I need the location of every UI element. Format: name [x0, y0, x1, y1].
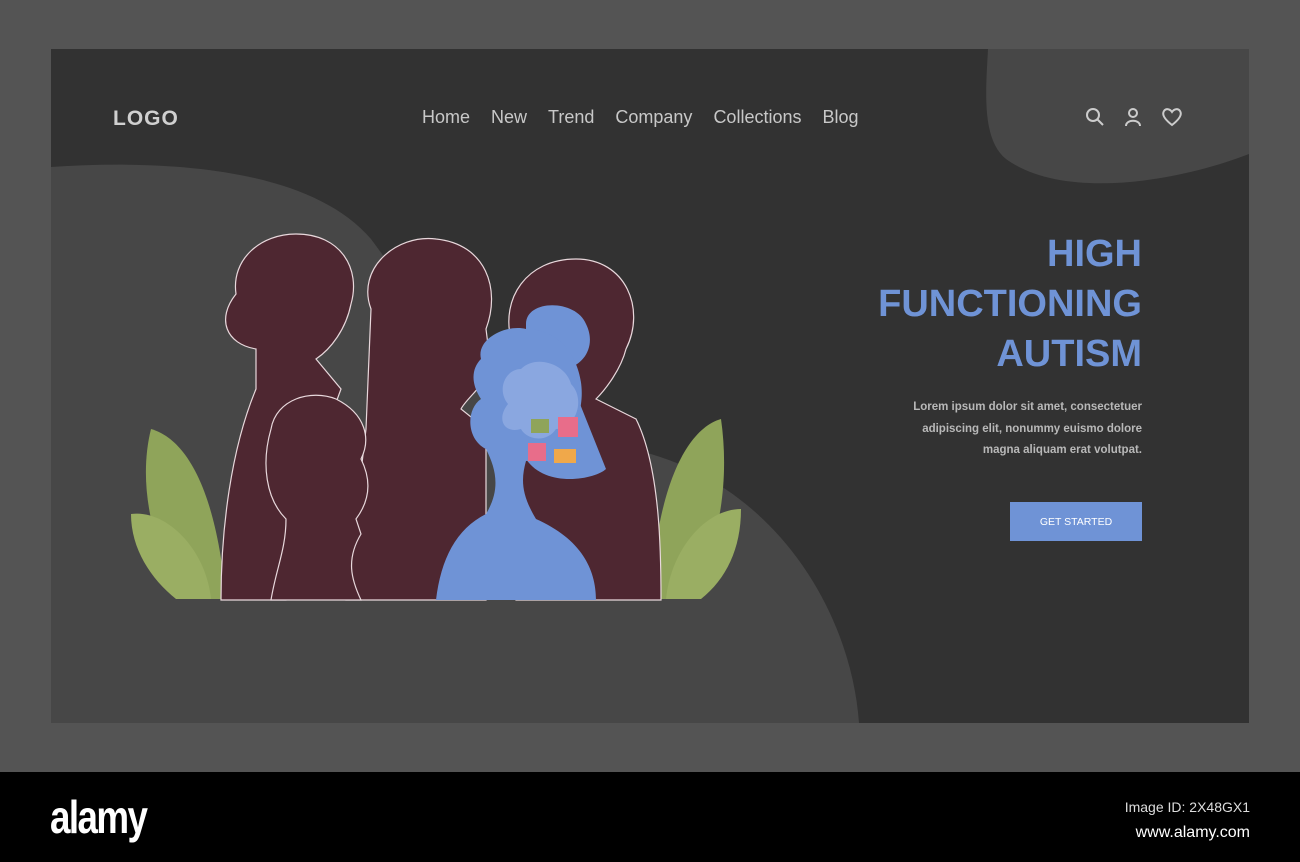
title-line: FUNCTIONING — [878, 283, 1142, 325]
main-nav: Home New Trend Company Collections Blog — [422, 107, 859, 128]
footer-url[interactable]: www.alamy.com — [1125, 820, 1250, 846]
header-icons — [1085, 107, 1183, 127]
logo[interactable]: LOGO — [113, 107, 179, 131]
description-line: magna aliquam erat volutpat. — [982, 444, 1142, 456]
hero-title: HIGH FUNCTIONING AUTISM — [878, 229, 1142, 379]
leaf-left — [131, 429, 226, 599]
footer-brand: alamy — [50, 791, 148, 843]
search-icon[interactable] — [1085, 107, 1105, 127]
footer-info: Image ID: 2X48GX1 www.alamy.com — [1125, 794, 1250, 846]
footer-bar: alamy Image ID: 2X48GX1 www.alamy.com — [0, 772, 1300, 862]
title-line: AUTISM — [996, 333, 1142, 375]
description-line: Lorem ipsum dolor sit amet, consectetuer — [913, 401, 1142, 413]
nav-home[interactable]: Home — [422, 107, 470, 128]
description-line: adipiscing elit, nonummy euismo dolore — [922, 422, 1142, 435]
nav-new[interactable]: New — [491, 107, 527, 128]
heart-icon[interactable] — [1161, 107, 1183, 127]
nav-trend[interactable]: Trend — [548, 107, 594, 128]
image-id: Image ID: 2X48GX1 — [1124, 799, 1250, 815]
hero-description: Lorem ipsum dolor sit amet, consectetuer… — [842, 397, 1142, 462]
landing-page-panel: LOGO Home New Trend Company Collections … — [51, 49, 1249, 723]
user-icon[interactable] — [1123, 107, 1143, 127]
nav-blog[interactable]: Blog — [822, 107, 858, 128]
get-started-button[interactable]: GET STARTED — [1010, 502, 1142, 541]
leaf-right — [651, 419, 741, 599]
nav-company[interactable]: Company — [615, 107, 692, 128]
hero-illustration — [131, 233, 741, 601]
title-line: HIGH — [1047, 233, 1142, 275]
nav-collections[interactable]: Collections — [713, 107, 801, 128]
